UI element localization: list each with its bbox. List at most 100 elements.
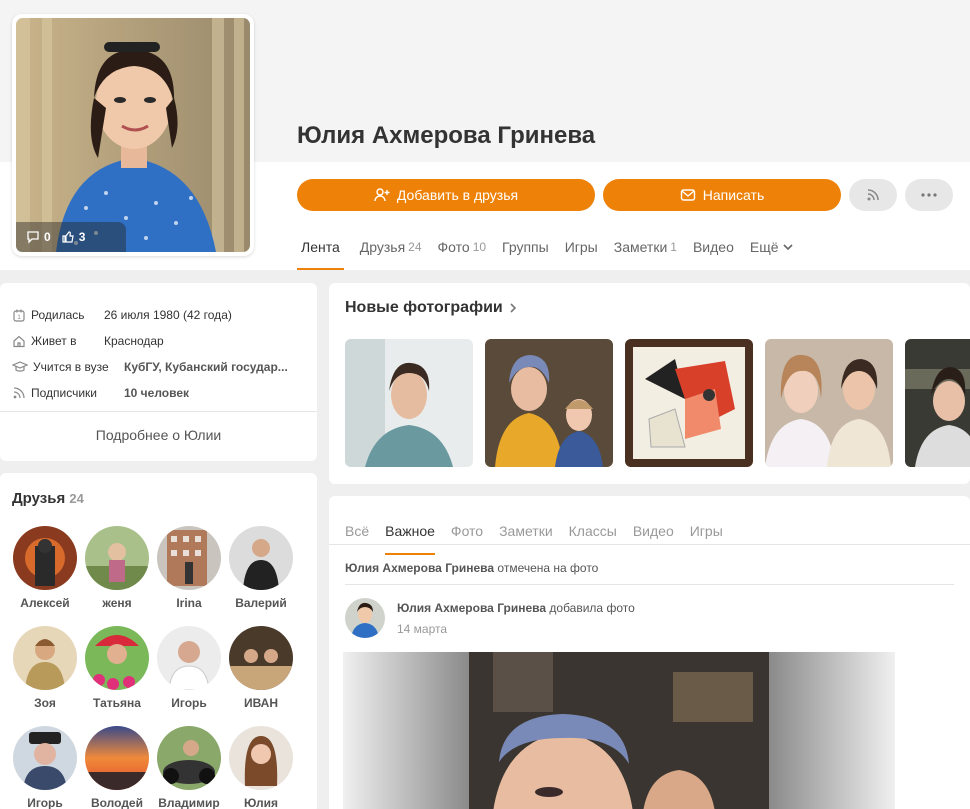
- friend-item[interactable]: ИВАН: [225, 626, 297, 710]
- feed-tab-all[interactable]: Всё: [345, 508, 369, 555]
- tab-label: Фото: [437, 239, 470, 255]
- subscribers-link[interactable]: 10 человек: [124, 386, 189, 400]
- friend-item[interactable]: женя: [81, 526, 153, 610]
- friend-avatar: [13, 726, 77, 790]
- info-label: Учится в вузе: [33, 360, 109, 374]
- friends-title[interactable]: Друзья 24: [12, 490, 84, 507]
- feed-card: Всё Важное Фото Заметки Классы Видео Игр…: [329, 496, 970, 809]
- feed-tab-photos[interactable]: Фото: [451, 508, 483, 555]
- tab-count: 10: [472, 240, 487, 254]
- friend-avatar: [157, 526, 221, 590]
- more-actions-button[interactable]: [905, 179, 953, 211]
- tab-count: 1: [670, 240, 677, 254]
- friend-avatar: [157, 726, 221, 790]
- post-date: 14 марта: [397, 622, 448, 636]
- friend-item[interactable]: Владимир: [153, 726, 225, 809]
- new-photos-title-label: Новые фотографии: [345, 299, 503, 316]
- friend-item[interactable]: Володей: [81, 726, 153, 809]
- friend-item[interactable]: Игорь: [9, 726, 81, 809]
- tab-notes[interactable]: Заметки 1: [614, 226, 677, 270]
- home-icon: [13, 335, 25, 348]
- info-value: 26 июля 1980 (42 года): [104, 308, 232, 322]
- friend-name: Игорь: [27, 796, 63, 809]
- add-friend-label: Добавить в друзья: [396, 187, 519, 203]
- friend-avatar: [85, 526, 149, 590]
- tab-photos[interactable]: Фото 10: [438, 226, 487, 270]
- friend-avatar: [229, 726, 293, 790]
- new-photos-title[interactable]: Новые фотографии: [345, 299, 517, 317]
- photo-thumbnail[interactable]: [905, 339, 970, 467]
- photo-thumbnail[interactable]: [345, 339, 473, 467]
- feed-event-tagged: Юлия Ахмерова Гринева отмечена на фото: [345, 561, 598, 575]
- avatar-stats: 0 3: [16, 222, 126, 252]
- friend-item[interactable]: Алексей: [9, 526, 81, 610]
- info-label: Родилась: [31, 308, 85, 322]
- feed-tab-important[interactable]: Важное: [385, 508, 435, 555]
- tab-label: Видео: [692, 239, 734, 255]
- info-subscribers: Подписчики 10 человек: [12, 386, 189, 400]
- graduation-cap-icon: [12, 361, 28, 372]
- university-link[interactable]: КубГУ, Кубанский государ...: [124, 360, 288, 374]
- friend-name: ИВАН: [243, 696, 279, 710]
- envelope-icon: [680, 189, 695, 201]
- tab-video[interactable]: Видео: [693, 226, 734, 270]
- more-about-link[interactable]: Подробнее о Юлии: [0, 427, 317, 443]
- friend-item[interactable]: Татьяна: [81, 626, 153, 710]
- photo-thumbnail[interactable]: [485, 339, 613, 467]
- svg-text:1: 1: [17, 315, 21, 321]
- message-label: Написать: [702, 187, 765, 203]
- divider: [329, 544, 970, 545]
- new-photos-card: Новые фотографии: [329, 283, 970, 484]
- info-label: Живет в: [31, 334, 77, 348]
- friend-avatar: [229, 526, 293, 590]
- profile-tabs: Лента Друзья 24 Фото 10 Группы Игры Заметк…: [297, 226, 794, 270]
- feed-tab-classes[interactable]: Классы: [569, 508, 617, 555]
- city-link[interactable]: Краснодар: [104, 334, 164, 348]
- photo-thumbnail[interactable]: [625, 339, 753, 467]
- message-button[interactable]: Написать: [603, 179, 841, 211]
- chevron-right-icon: [510, 303, 516, 313]
- friend-name: Зоя: [34, 696, 56, 710]
- friend-item[interactable]: Валерий: [225, 526, 297, 610]
- add-friend-button[interactable]: Добавить в друзья: [297, 179, 595, 211]
- friend-item[interactable]: Юлия: [225, 726, 297, 809]
- profile-avatar[interactable]: 0 3: [12, 14, 254, 256]
- author-link[interactable]: Юлия Ахмерова Гринева: [397, 601, 546, 615]
- friend-name: Юлия: [243, 796, 279, 809]
- friend-item[interactable]: Зоя: [9, 626, 81, 710]
- photo-thumbnail[interactable]: [765, 339, 893, 467]
- tab-more[interactable]: Ещё: [750, 226, 794, 270]
- friend-name: Валерий: [235, 596, 287, 610]
- tab-label: Друзья: [359, 239, 406, 255]
- tab-label: Игры: [564, 239, 598, 255]
- divider: [345, 584, 954, 585]
- info-university: Учится в вузе КубГУ, Кубанский государ..…: [12, 360, 288, 374]
- tab-label: Группы: [502, 239, 549, 255]
- tab-feed[interactable]: Лента: [297, 226, 344, 270]
- tab-count: 24: [408, 240, 422, 254]
- feed-tab-notes[interactable]: Заметки: [499, 508, 553, 555]
- author-link[interactable]: Юлия Ахмерова Гринева: [345, 561, 494, 575]
- friend-avatar: [157, 626, 221, 690]
- friend-name: Володей: [90, 796, 143, 809]
- friend-item[interactable]: Игорь: [153, 626, 225, 710]
- tab-groups[interactable]: Группы: [502, 226, 549, 270]
- comment-counter[interactable]: 0: [26, 230, 51, 244]
- event-text: отмечена на фото: [497, 561, 599, 575]
- tab-label: Лента: [301, 239, 340, 255]
- friend-avatar: [229, 626, 293, 690]
- subscribe-button[interactable]: [849, 179, 897, 211]
- post-photo[interactable]: [343, 652, 895, 809]
- like-counter[interactable]: 3: [61, 230, 85, 244]
- friend-avatar: [85, 626, 149, 690]
- friend-name: Irina: [176, 596, 202, 610]
- post-author-avatar[interactable]: [345, 598, 385, 638]
- tab-friends[interactable]: Друзья 24: [360, 226, 422, 270]
- feed-tab-video[interactable]: Видео: [633, 508, 674, 555]
- feed-tab-games[interactable]: Игры: [690, 508, 723, 555]
- tab-games[interactable]: Игры: [565, 226, 598, 270]
- friend-name: Алексей: [20, 596, 70, 610]
- friends-card: Друзья 24 Алексей женя Irina Валерий Зоя…: [0, 473, 317, 809]
- divider: [0, 411, 317, 412]
- friend-item[interactable]: Irina: [153, 526, 225, 610]
